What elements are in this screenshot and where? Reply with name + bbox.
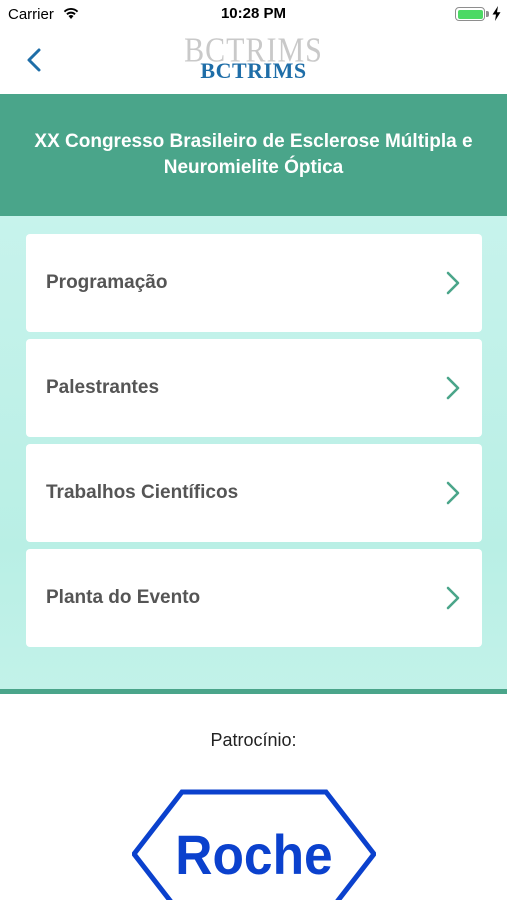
menu-list: Programação Palestrantes Trabalhos Cient… [0,216,507,689]
battery-cap [486,11,489,17]
chevron-right-icon [446,481,460,505]
logo-text: BCTRIMS [200,58,307,83]
menu-item-label: Palestrantes [46,377,160,398]
sponsor-section: Patrocínio: Roche [0,694,507,900]
chevron-right-icon [446,271,460,295]
status-bar: Carrier 10:28 PM [0,0,507,28]
chevron-right-icon [446,376,460,400]
battery-icon [455,7,485,21]
chevron-right-icon [446,586,460,610]
status-time: 10:28 PM [220,5,287,22]
sponsor-label: Patrocínio: [210,730,297,750]
roche-logo: Roche [132,789,376,900]
page-title: XX Congresso Brasileiro de Esclerose Múl… [34,131,473,178]
roche-logo-text: Roche [175,824,332,886]
navigation-bar: BCTRIMS BCTRIMS [0,28,507,94]
menu-item-programacao[interactable]: Programação [26,234,482,332]
charging-bolt-icon [492,6,501,21]
menu-item-label: Programação [46,272,168,293]
header-band: XX Congresso Brasileiro de Esclerose Múl… [0,94,507,216]
menu-item-planta-do-evento[interactable]: Planta do Evento [26,549,482,647]
menu-item-label: Planta do Evento [46,587,201,608]
battery-fill [457,9,483,19]
menu-item-palestrantes[interactable]: Palestrantes [26,339,482,437]
menu-item-trabalhos-cientificos[interactable]: Trabalhos Científicos [26,444,482,542]
bctrims-logo: BCTRIMS BCTRIMS [0,31,507,86]
menu-item-label: Trabalhos Científicos [46,482,239,503]
